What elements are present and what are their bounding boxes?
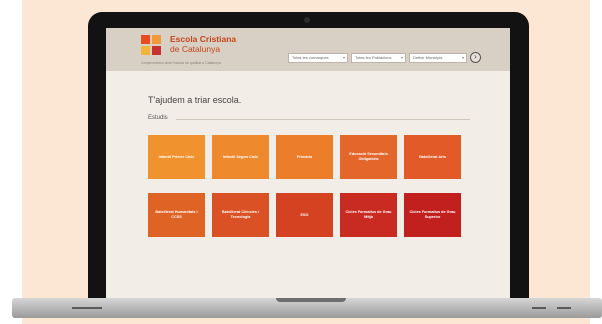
tile-label: Cicles Formatius de Grau Superior: [409, 210, 456, 219]
page-title: T'ajudem a triar escola.: [148, 95, 242, 105]
tile-label: Batxillerat Humanitats i CCSS: [155, 210, 198, 219]
laptop-base-line-right-2: [557, 307, 571, 309]
tile-label: Educació Secundària Obligatòria: [349, 152, 388, 161]
tile-label: Cicles Formatius de Grau Mitjà: [345, 210, 392, 219]
tile-batxillerat-ciencies[interactable]: Batxillerat Ciències i Tecnologia: [212, 193, 269, 237]
poblacio-select-value: Totes les Poblacions: [355, 55, 392, 60]
comarca-select[interactable]: Totes les comarques ▾: [288, 53, 348, 63]
tile-eso-obligatoria[interactable]: Educació Secundària Obligatòria: [340, 135, 397, 179]
tagline: Compromesos amb l'escola de qualitat a C…: [141, 61, 221, 65]
site-header: Escola Cristiana de Catalunya Compromeso…: [106, 28, 510, 71]
brand-subtitle[interactable]: de Catalunya: [170, 44, 220, 54]
tile-batxillerat-arts[interactable]: Batxillerat Arts: [404, 135, 461, 179]
laptop-base: [12, 298, 602, 318]
brand-name[interactable]: Escola Cristiana: [170, 34, 236, 44]
laptop-lid: Escola Cristiana de Catalunya Compromeso…: [88, 12, 529, 304]
tile-cicles-grau-mitja[interactable]: Cicles Formatius de Grau Mitjà: [340, 193, 397, 237]
logo-square-1: [141, 35, 150, 44]
chevron-down-icon: ▾: [342, 55, 345, 60]
tile-infantil-primer-cicle[interactable]: Infantil Primer Cicle: [148, 135, 205, 179]
laptop-opening-notch: [276, 298, 346, 302]
logo-square-3: [141, 46, 150, 55]
chevron-down-icon: ▾: [400, 55, 403, 60]
tile-label: Infantil Segon Cicle: [222, 154, 259, 159]
logo-square-4: [152, 46, 161, 55]
logo-square-2: [152, 35, 161, 44]
logo-icon[interactable]: [141, 35, 163, 57]
municipi-select[interactable]: Definir Municipis ▾: [409, 53, 467, 63]
comarca-select-value: Totes les comarques: [292, 55, 329, 60]
tile-label: Infantil Primer Cicle: [158, 154, 195, 159]
camera-icon: [304, 17, 310, 23]
tile-eso[interactable]: ESO: [276, 193, 333, 237]
chevron-down-icon: ▾: [461, 55, 464, 60]
tile-infantil-segon-cicle[interactable]: Infantil Segon Cicle: [212, 135, 269, 179]
section-label: Estudis: [148, 115, 168, 121]
laptop-base-line-right-1: [532, 307, 546, 309]
search-go-button[interactable]: ›: [470, 52, 481, 63]
poblacio-select[interactable]: Totes les Poblacions ▾: [351, 53, 406, 63]
tile-cicles-grau-superior[interactable]: Cicles Formatius de Grau Superior: [404, 193, 461, 237]
municipi-select-value: Definir Municipis: [413, 55, 443, 60]
tile-label: ESO: [300, 212, 309, 217]
background-right-strip: [590, 0, 602, 324]
section-divider: [176, 119, 470, 120]
laptop-base-line-left: [72, 307, 102, 309]
background-left-strip: [0, 0, 22, 324]
tile-label: Batxillerat Ciències i Tecnologia: [221, 210, 260, 219]
tile-primaria[interactable]: Primària: [276, 135, 333, 179]
tile-label: Batxillerat Arts: [419, 154, 446, 159]
laptop-screen: Escola Cristiana de Catalunya Compromeso…: [106, 28, 510, 304]
tile-batxillerat-humanitats[interactable]: Batxillerat Humanitats i CCSS: [148, 193, 205, 237]
tile-label: Primària: [296, 154, 313, 159]
